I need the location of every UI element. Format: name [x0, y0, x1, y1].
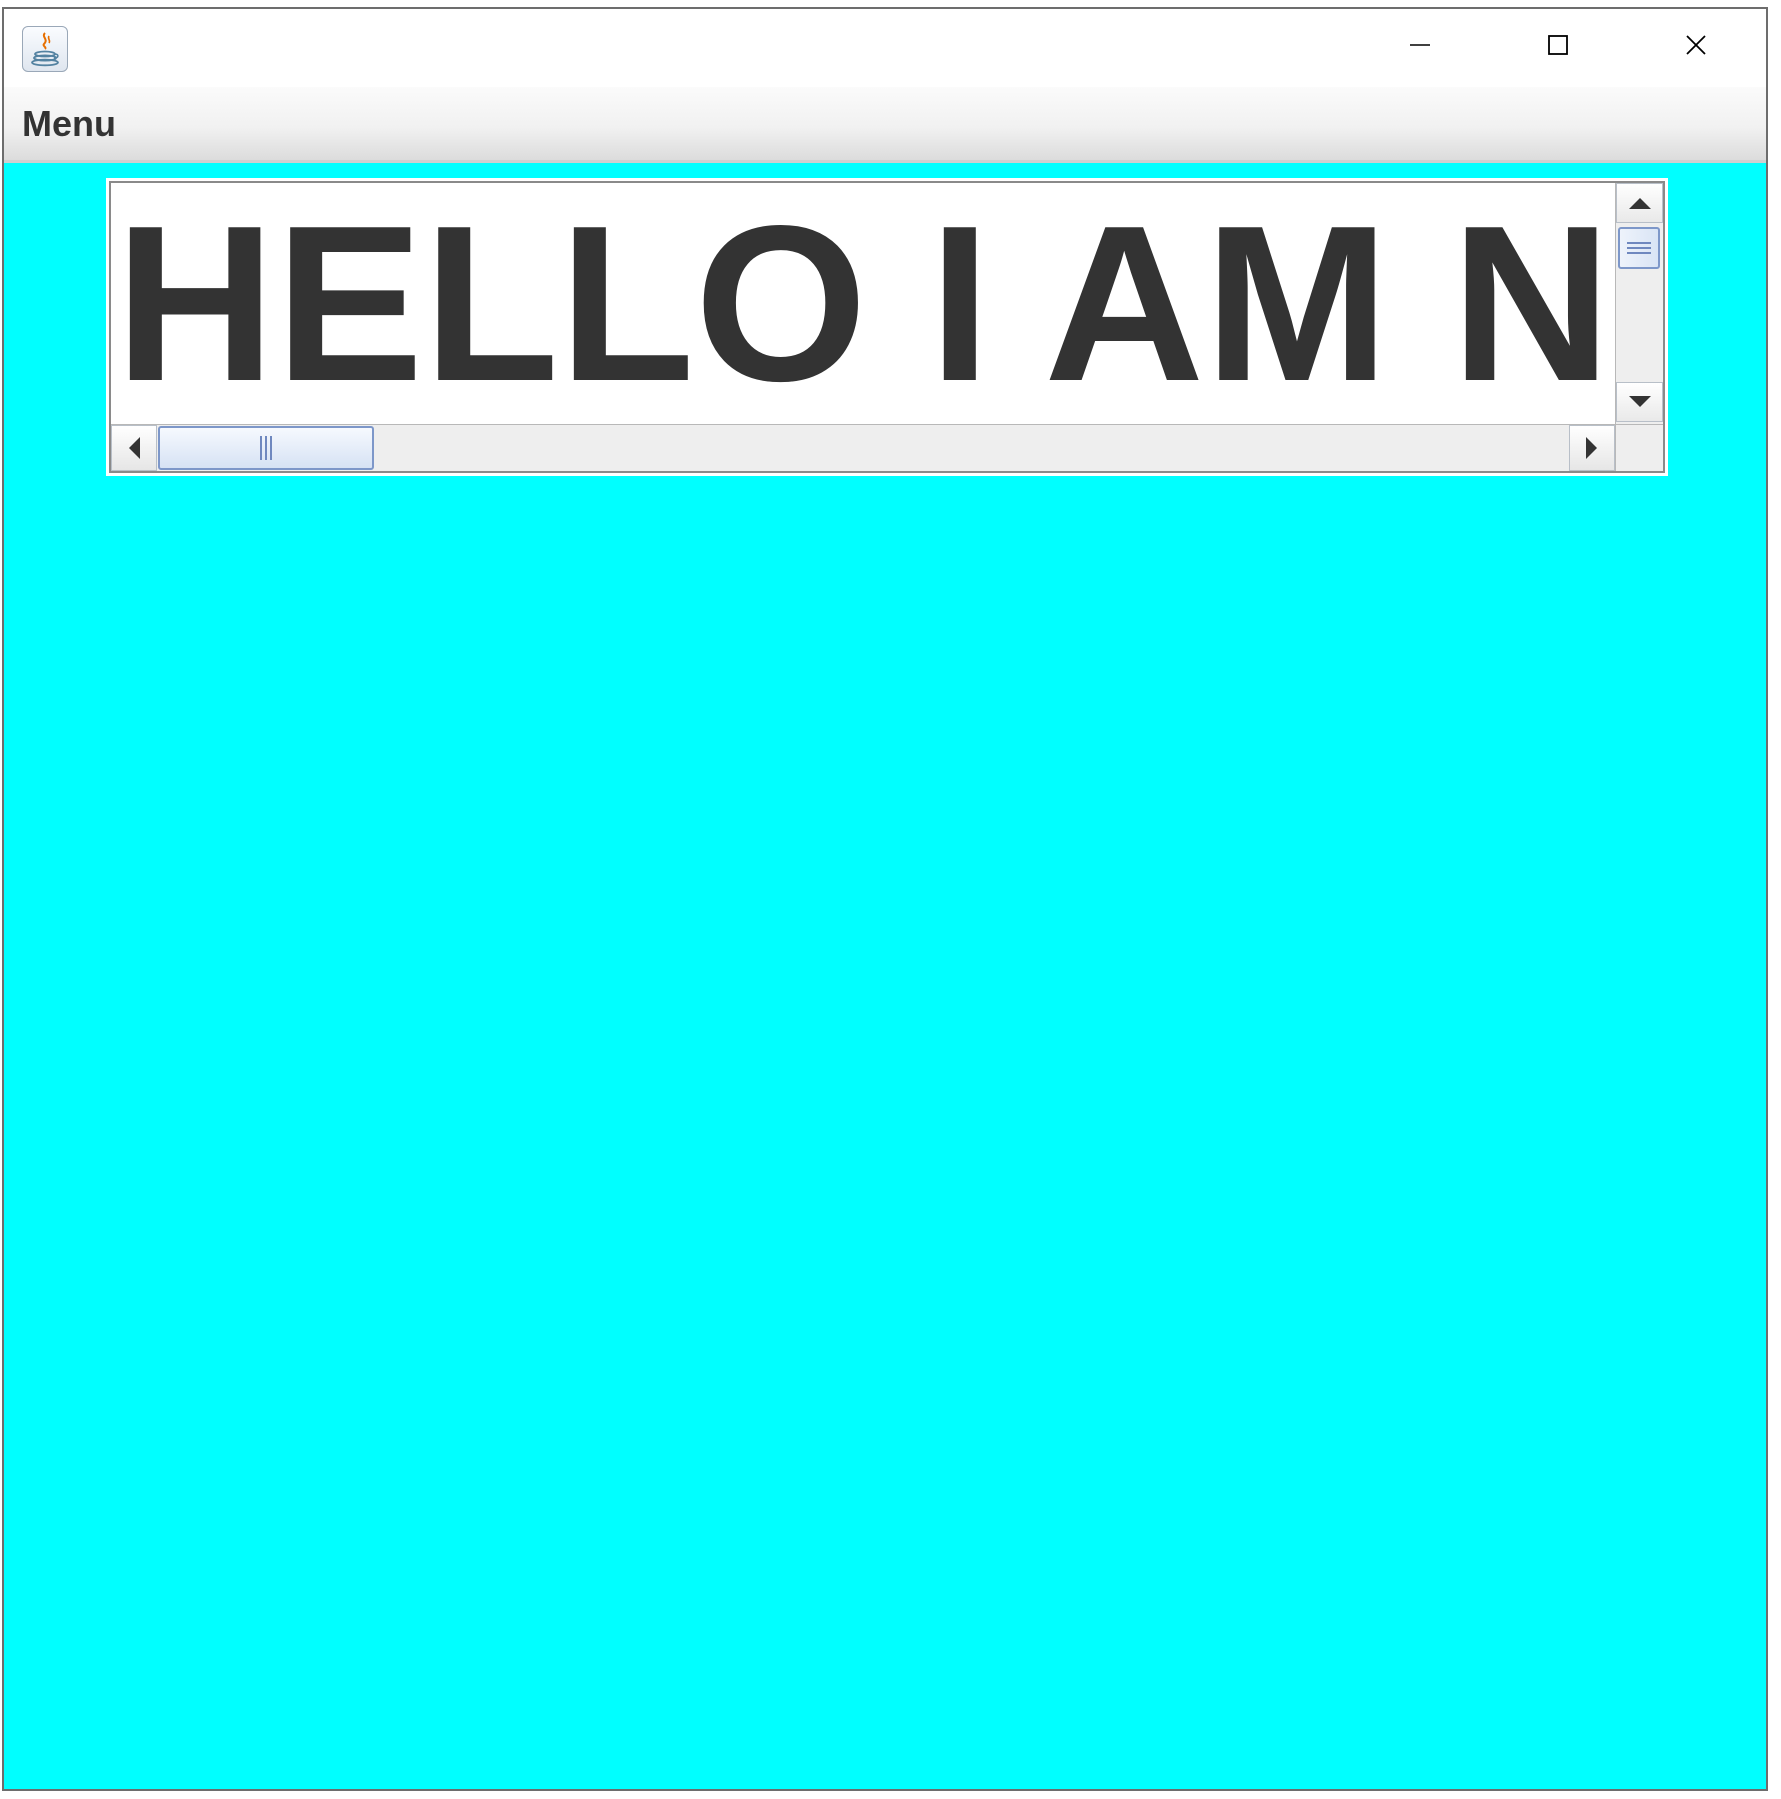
maximize-icon: [1548, 35, 1568, 55]
vertical-scroll-thumb[interactable]: [1618, 227, 1660, 269]
horizontal-scrollbar[interactable]: [111, 424, 1615, 471]
arrow-right-icon: [1586, 437, 1597, 459]
large-text-label: HELLO I AM NI: [115, 183, 1615, 424]
arrow-left-icon: [129, 437, 140, 459]
horizontal-scroll-thumb[interactable]: [158, 426, 374, 470]
maximize-button[interactable]: [1530, 23, 1586, 67]
scroll-down-button[interactable]: [1616, 382, 1663, 422]
vertical-scrollbar[interactable]: [1615, 183, 1663, 424]
minimize-button[interactable]: [1392, 23, 1448, 67]
java-coffee-icon: [22, 26, 68, 72]
arrow-up-icon: [1628, 198, 1651, 209]
text-scroll-pane: HELLO I AM NI: [106, 178, 1668, 476]
content-panel: HELLO I AM NI: [4, 163, 1766, 1789]
scrollpane-corner: [1615, 424, 1663, 471]
scroll-right-button[interactable]: [1569, 425, 1615, 471]
text-viewport[interactable]: HELLO I AM NI: [111, 183, 1615, 424]
scroll-left-button[interactable]: [111, 425, 157, 471]
arrow-down-icon: [1628, 396, 1651, 407]
close-icon: [1686, 35, 1706, 55]
menu-item-menu[interactable]: Menu: [22, 103, 116, 145]
close-button[interactable]: [1668, 23, 1724, 67]
app-window: Menu HELLO I AM NI: [2, 7, 1768, 1791]
menu-bar: Menu: [4, 87, 1766, 163]
title-bar[interactable]: [4, 9, 1766, 87]
scroll-up-button[interactable]: [1616, 183, 1663, 223]
grip-icon: [260, 436, 272, 460]
grip-icon: [1627, 242, 1651, 254]
minimize-icon: [1410, 44, 1430, 46]
